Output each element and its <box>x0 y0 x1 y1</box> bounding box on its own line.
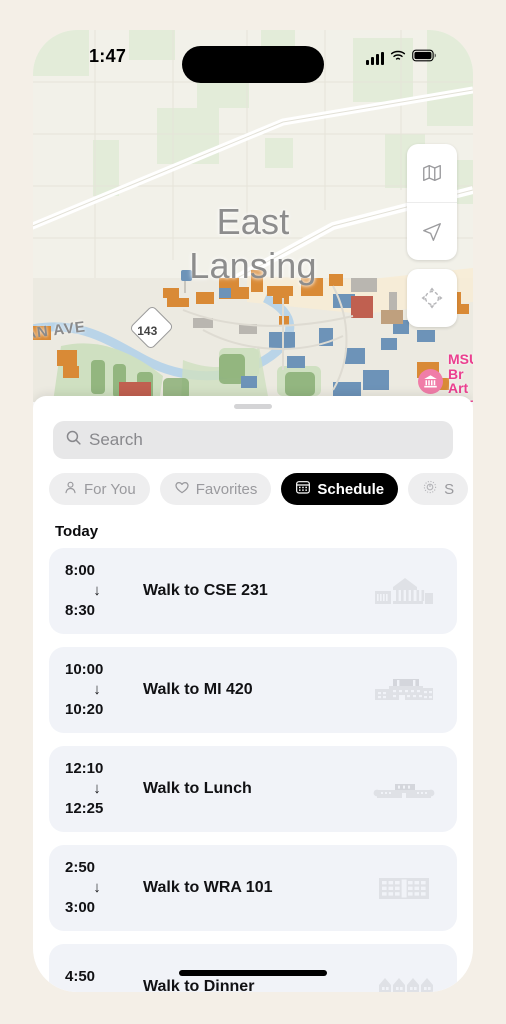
chip-label: For You <box>84 480 136 498</box>
event-start-time: 4:50 <box>65 967 96 985</box>
event-start-time: 10:00 <box>65 660 104 678</box>
event-end-time: 12:25 <box>65 800 104 818</box>
search-icon <box>65 429 82 451</box>
bottom-sheet[interactable]: Search For You Favorites Schedule S Toda… <box>33 396 473 992</box>
event-title: Walk to Lunch <box>143 780 252 797</box>
museum-icon <box>418 368 443 394</box>
map-view[interactable]: East Lansing AN AVE 143 MSU Br Art Mus <box>33 30 473 402</box>
home-indicator <box>179 970 327 976</box>
event-end-time: 8:30 <box>65 602 96 620</box>
event-arrow-icon: ↓ <box>93 878 101 896</box>
location-arrow-icon[interactable] <box>407 202 457 260</box>
schedule-item[interactable]: 10:00 ↓ 10:20 Walk to MI 420 <box>49 647 457 733</box>
schedule-item[interactable]: 4:50 ↓ Walk to Dinner <box>49 944 457 992</box>
gear-icon <box>422 479 438 499</box>
modern-building-icon <box>367 672 441 708</box>
event-end-time: 3:00 <box>65 899 96 917</box>
chip-for-you[interactable]: For You <box>49 473 150 505</box>
event-title: Walk to MI 420 <box>143 681 253 698</box>
houses-icon <box>367 969 441 992</box>
chip-settings[interactable]: S <box>408 473 469 505</box>
event-times: 8:00 ↓ 8:30 <box>65 561 127 621</box>
filter-chip-row[interactable]: For You Favorites Schedule S <box>33 459 473 505</box>
event-title: Walk to WRA 101 <box>143 879 273 896</box>
search-placeholder: Search <box>89 430 143 449</box>
event-times: 10:00 ↓ 10:20 <box>65 660 127 720</box>
calendar-icon <box>295 479 311 499</box>
event-title: Walk to Dinner <box>143 978 255 992</box>
chip-label: S <box>444 480 455 498</box>
map-3d-control <box>407 269 457 327</box>
map-controls-stack <box>407 144 457 260</box>
event-times: 4:50 ↓ <box>65 967 127 992</box>
event-arrow-icon: ↓ <box>93 680 101 698</box>
long-building-icon <box>367 771 441 807</box>
person-icon <box>63 480 78 499</box>
grid-building-icon <box>367 870 441 906</box>
three-d-view-icon[interactable] <box>407 269 457 327</box>
route-shield-number: 143 <box>137 324 158 339</box>
classical-building-icon <box>367 573 441 609</box>
event-arrow-icon: ↓ <box>93 779 101 797</box>
schedule-item[interactable]: 12:10 ↓ 12:25 Walk to Lunch <box>49 746 457 832</box>
schedule-list: 8:00 ↓ 8:30 Walk to CSE 231 10:00 ↓ 10:2… <box>33 548 473 992</box>
event-start-time: 8:00 <box>65 561 96 579</box>
event-times: 12:10 ↓ 12:25 <box>65 759 127 819</box>
map-layers-icon[interactable] <box>407 144 457 202</box>
chip-favorites[interactable]: Favorites <box>159 473 272 505</box>
event-start-time: 2:50 <box>65 858 96 876</box>
event-start-time: 12:10 <box>65 759 104 777</box>
event-end-time: 10:20 <box>65 701 104 719</box>
event-arrow-icon: ↓ <box>93 581 101 599</box>
schedule-item[interactable]: 8:00 ↓ 8:30 Walk to CSE 231 <box>49 548 457 634</box>
event-title: Walk to CSE 231 <box>143 582 268 599</box>
phone-frame: East Lansing AN AVE 143 MSU Br Art Mus <box>33 30 473 992</box>
schedule-item[interactable]: 2:50 ↓ 3:00 Walk to WRA 101 <box>49 845 457 931</box>
chip-label: Schedule <box>317 480 385 498</box>
sheet-drag-handle[interactable] <box>234 404 272 409</box>
event-times: 2:50 ↓ 3:00 <box>65 858 127 918</box>
event-arrow-icon: ↓ <box>65 987 127 992</box>
heart-icon <box>174 479 190 499</box>
search-field[interactable]: Search <box>53 421 453 459</box>
poi-label: MSU Br Art Mus <box>448 351 473 402</box>
section-title-today: Today <box>55 523 99 540</box>
chip-schedule[interactable]: Schedule <box>281 473 399 505</box>
chip-label: Favorites <box>195 480 258 498</box>
poi-msu-broad-art-museum[interactable]: MSU Br Art Mus <box>418 352 473 402</box>
